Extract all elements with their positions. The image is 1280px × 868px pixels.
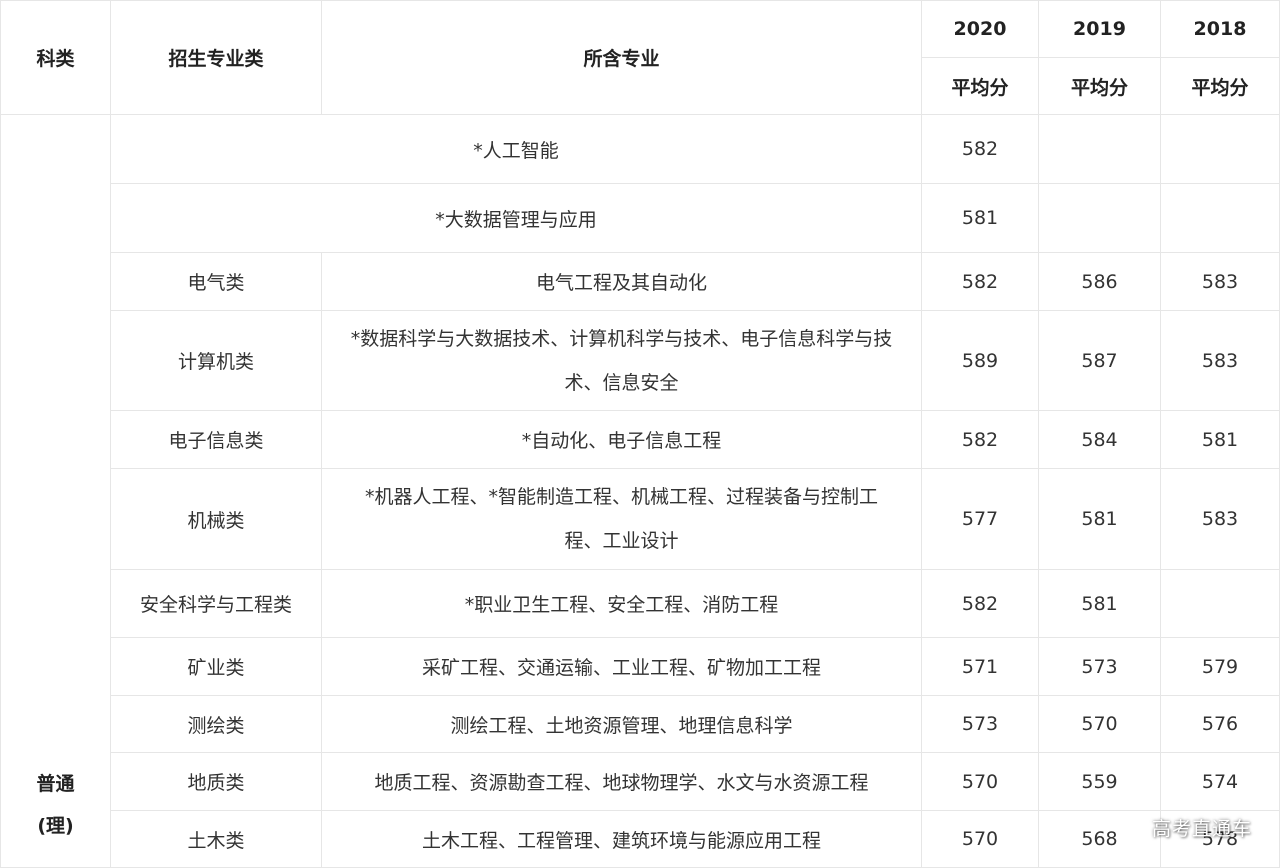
major-class-cell: 土木类 xyxy=(110,810,322,868)
score-2018: 583 xyxy=(1160,310,1280,411)
score-2020: 573 xyxy=(921,695,1039,753)
table-row: 计算机类 *数据科学与大数据技术、计算机科学与技术、电子信息科学与技术、信息安全… xyxy=(1,310,1280,411)
table-row: 电子信息类 *自动化、电子信息工程 582 584 581 xyxy=(1,410,1280,469)
score-2020: 581 xyxy=(921,183,1039,253)
score-2020: 582 xyxy=(921,114,1039,184)
major-class-cell: 计算机类 xyxy=(110,310,322,411)
score-2020: 570 xyxy=(921,810,1039,868)
score-2020: 582 xyxy=(921,410,1039,469)
score-2020: 582 xyxy=(921,252,1039,311)
majors-cell: *数据科学与大数据技术、计算机科学与技术、电子信息科学与技术、信息安全 xyxy=(321,310,922,411)
majors-cell: *人工智能 xyxy=(110,114,922,184)
table-row: 电气类 电气工程及其自动化 582 586 583 xyxy=(1,252,1280,311)
category-cell: 普通 (理) xyxy=(0,114,111,868)
table-row: 安全科学与工程类 *职业卫生工程、安全工程、消防工程 582 581 xyxy=(1,569,1280,638)
score-2020: 582 xyxy=(921,569,1039,638)
score-2019: 570 xyxy=(1038,695,1161,753)
score-2020: 577 xyxy=(921,468,1039,570)
score-2019: 559 xyxy=(1038,752,1161,811)
majors-text: *机器人工程、*智能制造工程、机械工程、过程装备与控制工程、工业设计 xyxy=(364,486,878,552)
major-class-cell: 安全科学与工程类 xyxy=(110,569,322,638)
header-category: 科类 xyxy=(0,0,111,115)
majors-cell: 电气工程及其自动化 xyxy=(321,252,922,311)
header-year-2018: 2018 xyxy=(1160,0,1280,58)
score-2020: 589 xyxy=(921,310,1039,411)
score-2019 xyxy=(1038,183,1161,253)
majors-cell: 土木工程、工程管理、建筑环境与能源应用工程 xyxy=(321,810,922,868)
major-class-cell: 电子信息类 xyxy=(110,410,322,469)
majors-cell: *大数据管理与应用 xyxy=(110,183,922,253)
score-2018: 583 xyxy=(1160,252,1280,311)
table-row: 地质类 地质工程、资源勘查工程、地球物理学、水文与水资源工程 570 559 5… xyxy=(1,752,1280,811)
table-row: 机械类 *机器人工程、*智能制造工程、机械工程、过程装备与控制工程、工业设计 5… xyxy=(1,468,1280,570)
score-2020: 570 xyxy=(921,752,1039,811)
category-line2: (理) xyxy=(37,815,74,837)
header-year-2020: 2020 xyxy=(921,0,1039,58)
score-2018 xyxy=(1160,569,1280,638)
table-row: 矿业类 采矿工程、交通运输、工业工程、矿物加工工程 571 573 579 xyxy=(1,637,1280,696)
score-table: 科类 招生专业类 所含专业 2020 2019 2018 平均分 平均分 平均分… xyxy=(0,0,1280,868)
score-2019: 587 xyxy=(1038,310,1161,411)
header-avg-2020: 平均分 xyxy=(921,57,1039,115)
major-class-cell: 地质类 xyxy=(110,752,322,811)
majors-cell: *自动化、电子信息工程 xyxy=(321,410,922,469)
score-2019: 573 xyxy=(1038,637,1161,696)
score-2018 xyxy=(1160,114,1280,184)
header-avg-2018: 平均分 xyxy=(1160,57,1280,115)
table-row: 测绘类 测绘工程、土地资源管理、地理信息科学 573 570 576 xyxy=(1,695,1280,753)
major-class-cell: 机械类 xyxy=(110,468,322,570)
score-2018: 579 xyxy=(1160,637,1280,696)
majors-text: *数据科学与大数据技术、计算机科学与技术、电子信息科学与技术、信息安全 xyxy=(350,327,893,394)
score-2018: 583 xyxy=(1160,468,1280,570)
header-avg-2019: 平均分 xyxy=(1038,57,1161,115)
header-year-2019: 2019 xyxy=(1038,0,1161,58)
header-major-class: 招生专业类 xyxy=(110,0,322,115)
table-row: 普通 (理) *人工智能 582 xyxy=(0,114,1280,868)
majors-cell: 测绘工程、土地资源管理、地理信息科学 xyxy=(321,695,922,753)
major-class-cell: 测绘类 xyxy=(110,695,322,753)
table-row: 土木类 土木工程、工程管理、建筑环境与能源应用工程 570 568 578 xyxy=(1,810,1280,868)
score-2018: 581 xyxy=(1160,410,1280,469)
score-2019 xyxy=(1038,114,1161,184)
category-line1: 普通 xyxy=(36,773,75,795)
major-class-cell: 矿业类 xyxy=(110,637,322,696)
table-row: *大数据管理与应用 581 xyxy=(1,183,1280,253)
majors-cell: 地质工程、资源勘查工程、地球物理学、水文与水资源工程 xyxy=(321,752,922,811)
watermark-text: 高考直通车 xyxy=(1151,818,1252,840)
score-2020: 571 xyxy=(921,637,1039,696)
majors-cell: *机器人工程、*智能制造工程、机械工程、过程装备与控制工程、工业设计 xyxy=(321,468,922,570)
score-2019: 586 xyxy=(1038,252,1161,311)
header-majors: 所含专业 xyxy=(321,0,922,115)
majors-cell: 采矿工程、交通运输、工业工程、矿物加工工程 xyxy=(321,637,922,696)
score-2019: 568 xyxy=(1038,810,1161,868)
score-2019: 581 xyxy=(1038,468,1161,570)
major-class-cell: 电气类 xyxy=(110,252,322,311)
score-2019: 584 xyxy=(1038,410,1161,469)
majors-cell: *职业卫生工程、安全工程、消防工程 xyxy=(321,569,922,638)
score-2019: 581 xyxy=(1038,569,1161,638)
score-2018 xyxy=(1160,183,1280,253)
score-2018: 576 xyxy=(1160,695,1280,753)
score-2018: 574 xyxy=(1160,752,1280,811)
